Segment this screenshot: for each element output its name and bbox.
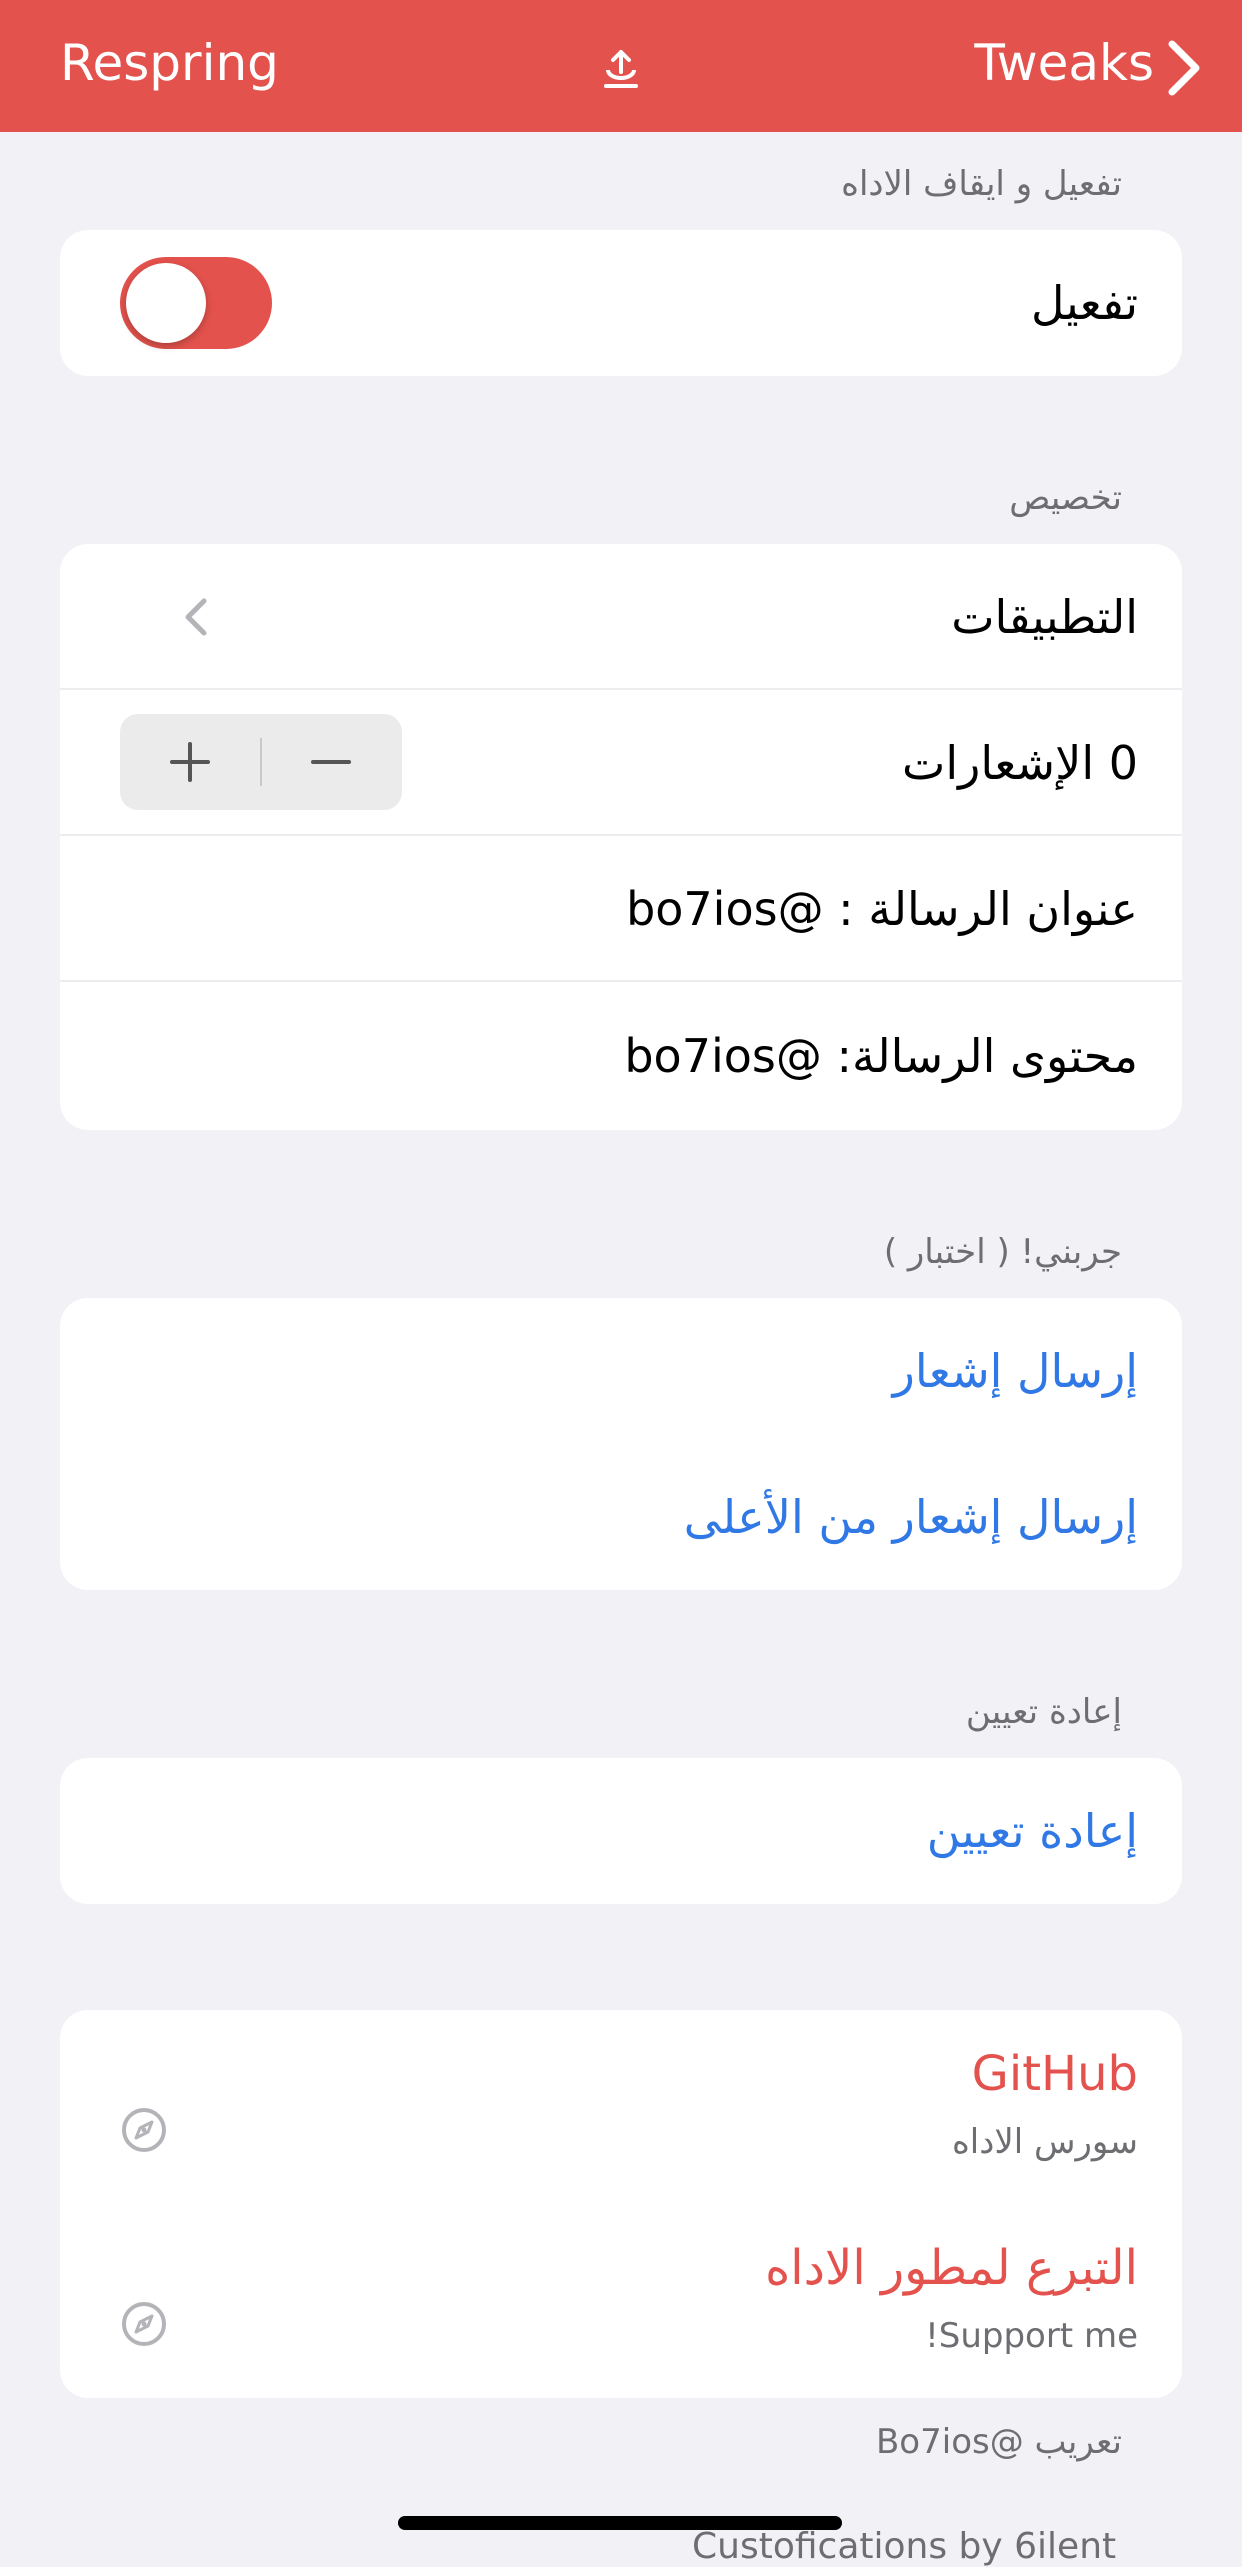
nav-bar: Respring Tweaks (0, 0, 1242, 132)
notifications-label: 0 الإشعارات (902, 736, 1138, 790)
minus-icon (311, 760, 351, 764)
enable-row: تفعيل (60, 230, 1182, 376)
reset-button[interactable]: إعادة تعيين (927, 1804, 1138, 1858)
send-notification-row[interactable]: إرسال إشعار (60, 1298, 1182, 1444)
section-header-customize: تخصيص (1009, 478, 1122, 518)
plus-icon (170, 742, 210, 782)
link-title: GitHub (971, 2046, 1138, 2102)
tweaks-button[interactable]: Tweaks (974, 34, 1154, 92)
send-top-notification-row[interactable]: إرسال إشعار من الأعلى (60, 1444, 1182, 1590)
link-subtitle: سورس الاداه (951, 2122, 1138, 2162)
test-card: إرسال إشعار إرسال إشعار من الأعلى (60, 1298, 1182, 1590)
link-donate[interactable]: التبرع لمطور الاداه Support me! (60, 2204, 1182, 2398)
notifications-stepper (120, 714, 402, 810)
compass-icon (122, 2302, 166, 2346)
message-body-label: محتوى الرسالة: @bo7ios (624, 1029, 1138, 1083)
enable-label: تفعيل (1031, 276, 1138, 330)
apps-label: التطبيقات (951, 590, 1138, 644)
home-indicator[interactable] (398, 2516, 842, 2530)
links-card: GitHub سورس الاداه التبرع لمطور الاداه S… (60, 2010, 1182, 2398)
stepper-plus-button[interactable] (120, 714, 261, 810)
section-header-enable: تفعيل و ايقاف الاداه (841, 164, 1122, 204)
send-notification-button[interactable]: إرسال إشعار (893, 1344, 1138, 1398)
upload-icon[interactable] (602, 46, 640, 90)
chevron-left-icon (185, 598, 207, 636)
section-header-reset: إعادة تعيين (965, 1692, 1122, 1732)
footer-partial-text: Custofications by 6ilent (692, 2526, 1117, 2567)
reset-card: إعادة تعيين (60, 1758, 1182, 1904)
message-title-label: عنوان الرسالة : @bo7ios (626, 882, 1138, 936)
link-title: التبرع لمطور الاداه (765, 2240, 1138, 2296)
compass-icon (122, 2108, 166, 2152)
enable-toggle[interactable] (120, 257, 272, 349)
enable-card: تفعيل (60, 230, 1182, 376)
reset-row[interactable]: إعادة تعيين (60, 1758, 1182, 1904)
link-github[interactable]: GitHub سورس الاداه (60, 2010, 1182, 2204)
section-header-test: جربني! ( اختبار ) (883, 1232, 1122, 1272)
chevron-right-icon[interactable] (1164, 38, 1204, 98)
respring-button[interactable]: Respring (60, 34, 279, 92)
footer-credit: تعريب @Bo7ios (875, 2422, 1122, 2462)
apps-row[interactable]: التطبيقات (60, 544, 1182, 690)
send-top-notification-button[interactable]: إرسال إشعار من الأعلى (684, 1490, 1138, 1544)
message-body-row[interactable]: محتوى الرسالة: @bo7ios (60, 982, 1182, 1130)
toggle-knob (126, 263, 206, 343)
message-title-row[interactable]: عنوان الرسالة : @bo7ios (60, 836, 1182, 982)
notifications-row: 0 الإشعارات (60, 690, 1182, 836)
stepper-minus-button[interactable] (261, 714, 402, 810)
link-subtitle: Support me! (925, 2316, 1138, 2356)
customize-card: التطبيقات 0 الإشعارات عنوان الرسالة : @b… (60, 544, 1182, 1130)
